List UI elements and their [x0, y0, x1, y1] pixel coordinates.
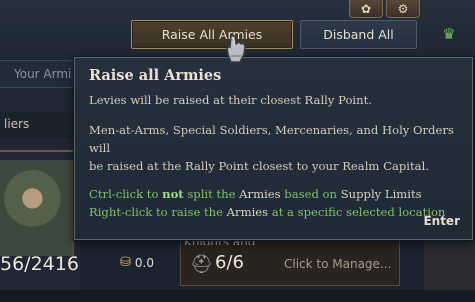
soldiers-header: liers: [0, 112, 80, 138]
gold-maintenance: ⛁ 0.0: [120, 255, 154, 270]
knight-helmet-icon: ⛑: [190, 254, 213, 275]
tooltip-right-click-hint: Right-click to raise the Armies at a spe…: [89, 205, 446, 219]
tooltip-title: Raise all Armies: [89, 67, 222, 84]
tooltip-ctrl-click-hint: Ctrl-click to not split the Armies based…: [89, 187, 422, 201]
disband-all-label: Disband All: [323, 27, 394, 42]
disband-all-button[interactable]: Disband All: [300, 20, 417, 49]
gold-coins-icon: ⛁: [120, 255, 131, 270]
your-armies-tab[interactable]: Your Armi: [0, 60, 80, 88]
soldiers-label: liers: [4, 117, 30, 131]
gear-icon[interactable]: ⚙: [386, 0, 420, 18]
click-to-manage-link[interactable]: Click to Manage...: [284, 257, 391, 271]
tooltip-enter-shortcut: Enter: [423, 214, 460, 228]
soldier-count: 56/2416: [0, 253, 79, 275]
crown-icon[interactable]: ♛: [437, 26, 461, 42]
gold-value: 0.0: [134, 255, 154, 270]
knights-count: 6/6: [215, 252, 244, 273]
your-armies-label: Your Armi: [14, 67, 72, 81]
settings-gear-icon[interactable]: ✿: [349, 0, 383, 18]
tooltip-maa-line-2: be raised at the Rally Point closest to …: [89, 159, 429, 173]
raise-armies-tooltip: Raise all Armies Levies will be raised a…: [74, 57, 473, 240]
gauntlet-cursor-icon: [226, 35, 246, 63]
tooltip-levies-line: Levies will be raised at their closest R…: [89, 93, 372, 107]
raise-all-armies-button[interactable]: Raise All Armies: [131, 20, 293, 49]
tooltip-maa-line-1: Men-at-Arms, Special Soldiers, Mercenari…: [89, 123, 454, 155]
commander-portrait[interactable]: [0, 160, 74, 256]
bottom-bar: [0, 290, 475, 302]
